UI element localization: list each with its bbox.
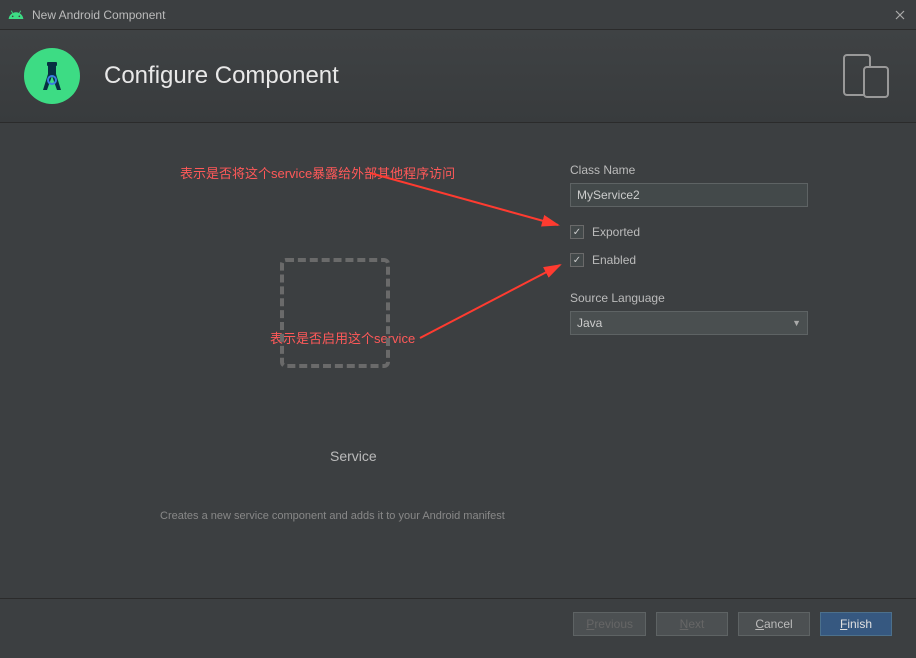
arrow-icon [420, 263, 570, 343]
dialog-header: Configure Component [0, 30, 916, 123]
exported-checkbox[interactable]: Exported [570, 225, 820, 239]
window-title: New Android Component [32, 8, 892, 22]
class-name-label: Class Name [570, 163, 820, 177]
android-icon [8, 7, 24, 23]
chevron-down-icon: ▼ [792, 318, 801, 328]
source-language-select[interactable]: Java ▼ [570, 311, 808, 335]
cancel-button[interactable]: Cancel [738, 612, 810, 636]
annotation-exported: 表示是否将这个service暴露给外部其他程序访问 [180, 163, 455, 182]
devices-icon [842, 51, 892, 101]
source-language-value: Java [577, 316, 602, 330]
titlebar: New Android Component [0, 0, 916, 30]
close-icon[interactable] [892, 7, 908, 23]
preview-description: Creates a new service component and adds… [160, 510, 505, 522]
enabled-checkbox[interactable]: Enabled [570, 253, 820, 267]
enabled-label: Enabled [592, 253, 636, 267]
dialog-footer: Previous Next Cancel Finish [0, 598, 916, 648]
checkbox-icon [570, 225, 584, 239]
dialog-heading: Configure Component [104, 62, 842, 90]
preview-placeholder [280, 258, 390, 368]
finish-button[interactable]: Finish [820, 612, 892, 636]
checkbox-icon [570, 253, 584, 267]
preview-type-label: Service [330, 448, 377, 464]
form: Class Name Exported Enabled Source Langu… [570, 163, 820, 335]
next-button[interactable]: Next [656, 612, 728, 636]
preview-area: 表示是否将这个service暴露给外部其他程序访问 表示是否启用这个servic… [140, 153, 540, 573]
source-language-label: Source Language [570, 291, 820, 305]
dialog-content: 表示是否将这个service暴露给外部其他程序访问 表示是否启用这个servic… [0, 123, 916, 598]
android-studio-logo-icon [24, 48, 80, 104]
exported-label: Exported [592, 225, 640, 239]
previous-button[interactable]: Previous [573, 612, 646, 636]
class-name-input[interactable] [570, 183, 808, 207]
